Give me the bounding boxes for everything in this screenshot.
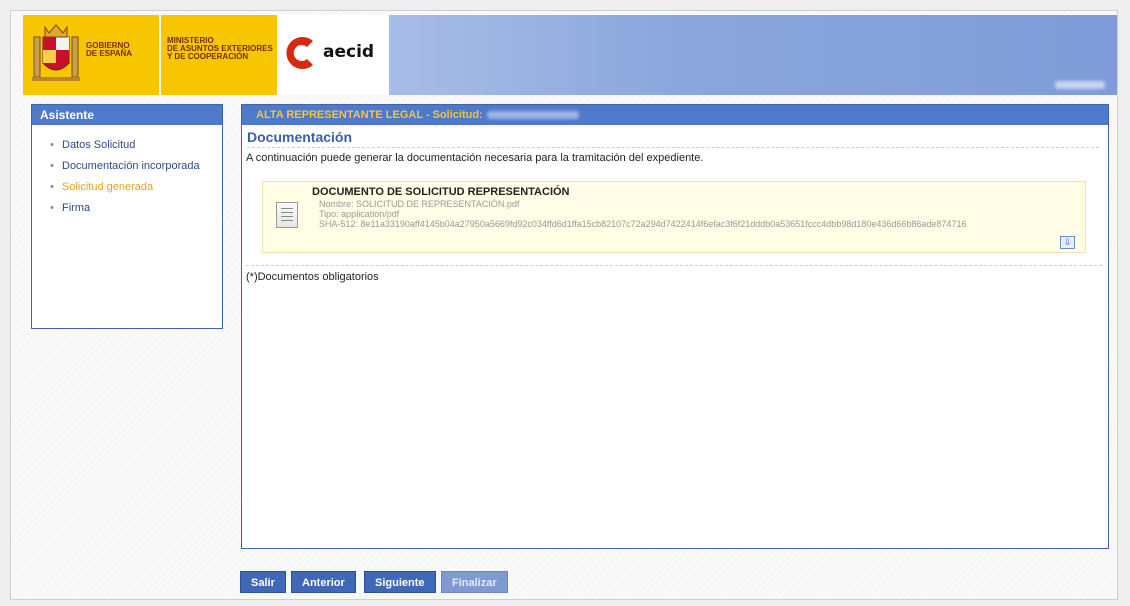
aecid-mark-icon [286,37,313,69]
document-icon [276,202,298,228]
header-banner [389,15,1117,95]
document-hash: SHA-512: 8e11a33190aff4145b04a27950a5669… [319,219,967,229]
ministerio-logo: MINISTERIO DE ASUNTOS EXTERIORES Y DE CO… [161,15,277,95]
user-info-redacted [1055,81,1105,89]
sidebar-item-label: Firma [62,202,91,214]
page-frame: GOBIERNO DE ESPAÑA MINISTERIO DE ASUNTOS… [10,10,1118,600]
sidebar-title: Asistente [32,105,222,125]
generate-doc-icon[interactable]: ⇩ [1060,236,1075,249]
sidebar-item-documentacion[interactable]: • Documentación incorporada [50,160,222,172]
bullet-icon: • [50,139,54,151]
anterior-button[interactable]: Anterior [291,571,356,593]
section-description: A continuación puede generar la document… [246,152,704,164]
finalizar-button[interactable]: Finalizar [441,571,508,593]
sidebar-item-label: Documentación incorporada [62,160,200,172]
sidebar-item-label: Datos Solicitud [62,139,136,151]
panel-title-bar: ALTA REPRESENTANTE LEGAL - Solicitud: [242,105,1108,125]
sidebar-item-label: Solicitud generada [62,181,154,193]
wizard-sidebar: Asistente • Datos Solicitud • Documentació… [31,104,223,329]
solicitud-id-redacted [486,111,579,120]
wizard-steps: • Datos Solicitud • Documentación incorpor… [32,125,222,214]
header: GOBIERNO DE ESPAÑA MINISTERIO DE ASUNTOS… [11,15,1117,95]
bullet-icon: • [50,160,54,172]
divider [246,265,1102,266]
main-panel: ALTA REPRESENTANTE LEGAL - Solicitud: Do… [241,104,1109,549]
bullet-icon: • [50,202,54,214]
document-type: Tipo: application/pdf [319,209,400,219]
aecid-logo: aecid [277,15,390,95]
gobierno-text: GOBIERNO DE ESPAÑA [86,42,132,58]
gobierno-line2: DE ESPAÑA [86,49,133,58]
gobierno-logo: GOBIERNO DE ESPAÑA [23,15,159,95]
document-card: DOCUMENTO DE SOLICITUD REPRESENTACIÓN No… [262,181,1086,253]
sidebar-item-datos-solicitud[interactable]: • Datos Solicitud [50,139,222,151]
section-title: Documentación [247,129,1099,148]
sidebar-item-solicitud-generada[interactable]: • Solicitud generada [50,181,222,193]
panel-title: ALTA REPRESENTANTE LEGAL - Solicitud: [256,109,483,121]
mandatory-note: (*)Documentos obligatorios [246,271,379,283]
salir-button[interactable]: Salir [240,571,286,593]
sidebar-item-firma[interactable]: • Firma [50,202,222,214]
aecid-text: aecid [323,42,375,62]
bullet-icon: • [50,181,54,193]
coat-of-arms-icon [32,24,80,81]
document-name: Nombre: SOLICITUD DE REPRESENTACIÓN.pdf [319,199,520,209]
ministerio-text: MINISTERIO DE ASUNTOS EXTERIORES Y DE CO… [167,37,273,61]
siguiente-button[interactable]: Siguiente [364,571,436,593]
document-title: DOCUMENTO DE SOLICITUD REPRESENTACIÓN [312,186,570,198]
ministerio-line3: Y DE COOPERACIÓN [167,52,249,61]
